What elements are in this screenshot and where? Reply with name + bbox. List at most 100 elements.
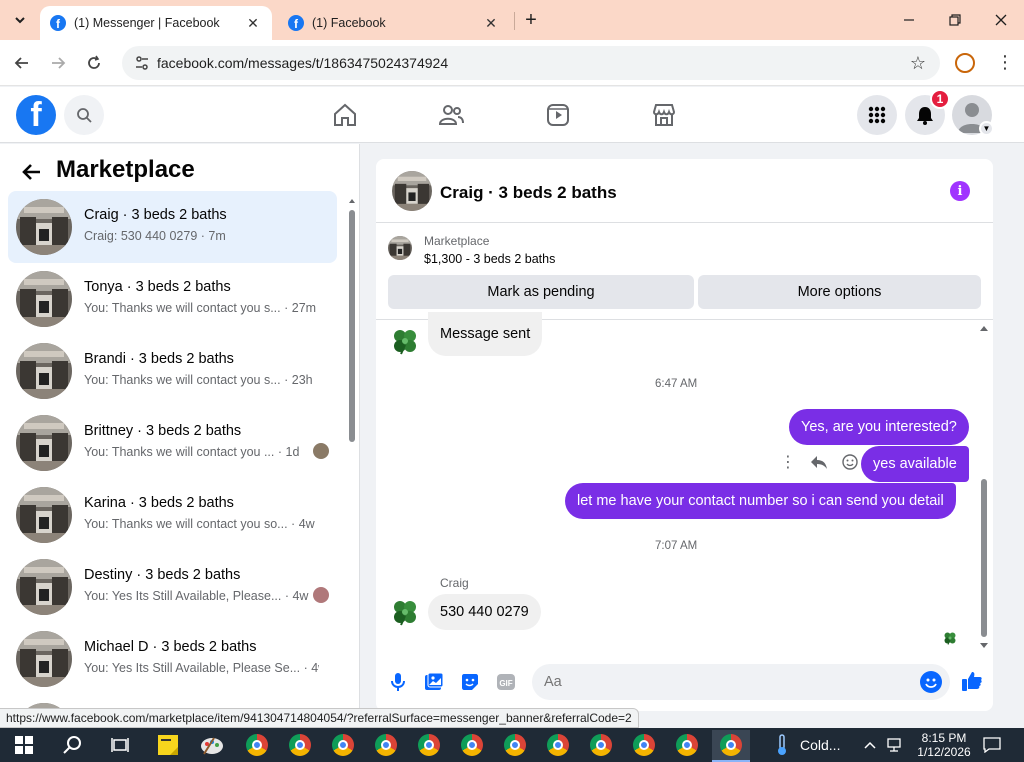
notification-center-icon[interactable]	[980, 733, 1004, 757]
tab-facebook[interactable]: f (1) Facebook ✕	[278, 6, 510, 40]
windows-taskbar: Cold... 8:15 PM 1/12/2026	[0, 728, 1024, 762]
facebook-header: f	[0, 87, 1024, 143]
chrome-icon-active[interactable]	[712, 730, 750, 762]
home-icon[interactable]	[331, 101, 359, 129]
conversation-name: Karina · 3 beds 2 baths	[84, 495, 234, 511]
listing-title[interactable]: $1,300 - 3 beds 2 baths	[424, 252, 555, 266]
chrome-icon[interactable]	[245, 733, 269, 757]
chevron-up-icon[interactable]	[858, 733, 882, 757]
new-tab-button[interactable]: +	[520, 9, 542, 31]
incoming-message[interactable]: 530 440 0279	[428, 594, 541, 630]
chrome-icon[interactable]	[546, 733, 570, 757]
tab-search-chevron-icon[interactable]	[8, 8, 32, 32]
back-arrow-icon[interactable]	[20, 160, 44, 184]
close-tab-icon[interactable]: ✕	[244, 15, 262, 32]
more-options-button[interactable]: More options	[698, 275, 981, 309]
chrome-icon[interactable]	[503, 733, 527, 757]
chrome-icon[interactable]	[632, 733, 656, 757]
chrome-icon[interactable]	[460, 733, 484, 757]
reload-icon[interactable]	[82, 51, 106, 75]
address-bar[interactable]: facebook.com/messages/t/1863475024374924…	[122, 46, 940, 80]
chrome-icon[interactable]	[417, 733, 441, 757]
sender-avatar[interactable]	[391, 598, 419, 626]
chat-avatar[interactable]	[392, 171, 432, 211]
menu-grid-icon[interactable]	[857, 95, 897, 135]
forward-arrow-icon[interactable]	[46, 51, 70, 75]
search-icon[interactable]	[60, 733, 84, 757]
chevron-down-icon[interactable]: ▼	[979, 121, 994, 136]
conversation-item[interactable]: Karina · 3 beds 2 baths You: Thanks we w…	[8, 479, 337, 551]
chrome-icon[interactable]	[331, 733, 355, 757]
gif-icon[interactable]: GIF	[495, 671, 517, 693]
listing-thumbnail	[16, 271, 72, 327]
site-settings-icon[interactable]	[134, 55, 150, 71]
sender-avatar[interactable]	[391, 327, 419, 355]
notification-badge: 1	[930, 89, 950, 109]
seen-avatar	[313, 443, 329, 459]
weather-text[interactable]: Cold...	[800, 737, 840, 753]
message-input[interactable]	[544, 664, 904, 700]
paint-app-icon[interactable]	[200, 733, 224, 757]
info-icon[interactable]: i	[950, 181, 970, 201]
outgoing-message[interactable]: let me have your contact number so i can…	[565, 483, 956, 519]
more-actions-icon[interactable]: ⋮	[780, 452, 796, 472]
tab-title: (1) Facebook	[312, 16, 386, 30]
restore-icon[interactable]	[932, 0, 978, 40]
scrollbar-thumb[interactable]	[349, 210, 355, 442]
outgoing-message[interactable]: Yes, are you interested?	[789, 409, 969, 445]
minimize-icon[interactable]	[886, 0, 932, 40]
outgoing-message[interactable]: yes available	[861, 446, 969, 482]
conversation-item[interactable]: Craig · 3 beds 2 baths Craig: 530 440 02…	[8, 191, 337, 263]
reply-icon[interactable]	[810, 454, 828, 470]
windows-start-icon[interactable]	[12, 733, 36, 757]
conversation-item[interactable]: Destiny · 3 beds 2 baths You: Yes Its St…	[8, 551, 337, 623]
watch-video-icon[interactable]	[544, 101, 572, 129]
conversation-list-scrollbar[interactable]	[347, 196, 357, 708]
chat-header: Craig · 3 beds 2 baths i	[376, 159, 993, 223]
emoji-icon[interactable]	[920, 671, 942, 693]
chat-title[interactable]: Craig · 3 beds 2 baths	[440, 183, 617, 203]
chrome-menu-icon[interactable]: ⋮	[996, 52, 1014, 74]
conversation-preview: You: Thanks we will contact you ... · 1d	[84, 445, 300, 459]
bookmark-star-icon[interactable]: ☆	[910, 53, 926, 74]
listing-thumbnail[interactable]	[388, 236, 412, 260]
like-thumbs-up-icon[interactable]	[960, 669, 984, 693]
chrome-icon[interactable]	[589, 733, 613, 757]
tab-messenger[interactable]: f (1) Messenger | Facebook ✕	[40, 6, 272, 40]
conversation-item[interactable]: Brandi · 3 beds 2 baths You: Thanks we w…	[8, 335, 337, 407]
conversation-item[interactable]: Brittney · 3 beds 2 baths You: Thanks we…	[8, 407, 337, 479]
scrollbar-thumb[interactable]	[981, 479, 987, 637]
thread-scrollbar[interactable]	[978, 321, 990, 657]
chrome-profile-icon[interactable]	[955, 53, 975, 73]
react-emoji-icon[interactable]	[842, 454, 858, 470]
sticky-notes-icon[interactable]	[156, 733, 180, 757]
mark-as-pending-button[interactable]: Mark as pending	[388, 275, 694, 309]
close-window-icon[interactable]	[978, 0, 1024, 40]
conversation-preview: You: Yes Its Still Available, Please Se.…	[84, 661, 319, 675]
network-icon[interactable]	[884, 733, 908, 757]
close-tab-icon[interactable]: ✕	[482, 15, 500, 32]
message-input-field[interactable]	[532, 664, 950, 700]
microphone-icon[interactable]	[387, 671, 409, 693]
url-text[interactable]: facebook.com/messages/t/1863475024374924	[157, 55, 448, 71]
marketplace-icon[interactable]	[650, 101, 678, 129]
conversation-name: Craig · 3 beds 2 baths	[84, 207, 227, 223]
system-clock[interactable]: 8:15 PM 1/12/2026	[916, 731, 972, 759]
search-icon[interactable]	[64, 95, 104, 135]
marketplace-banner: Marketplace $1,300 - 3 beds 2 baths Mark…	[376, 224, 993, 320]
weather-thermometer-icon[interactable]	[770, 733, 794, 757]
task-view-icon[interactable]	[108, 733, 132, 757]
sticker-icon[interactable]	[459, 671, 481, 693]
chrome-icon[interactable]	[288, 733, 312, 757]
friends-icon[interactable]	[437, 101, 465, 129]
chrome-icon[interactable]	[374, 733, 398, 757]
chrome-icon[interactable]	[675, 733, 699, 757]
conversation-preview: You: Thanks we will contact you s... · 2…	[84, 301, 317, 315]
conversation-item[interactable]: Tonya · 3 beds 2 baths You: Thanks we wi…	[8, 263, 337, 335]
conversation-item[interactable]: Michael D · 3 beds 2 baths You: Yes Its …	[8, 623, 337, 695]
incoming-message[interactable]: Message sent	[428, 312, 543, 356]
facebook-favicon-icon: f	[50, 15, 66, 31]
facebook-logo-icon[interactable]: f	[16, 95, 56, 135]
back-arrow-icon[interactable]	[10, 51, 34, 75]
photo-icon[interactable]	[423, 671, 445, 693]
